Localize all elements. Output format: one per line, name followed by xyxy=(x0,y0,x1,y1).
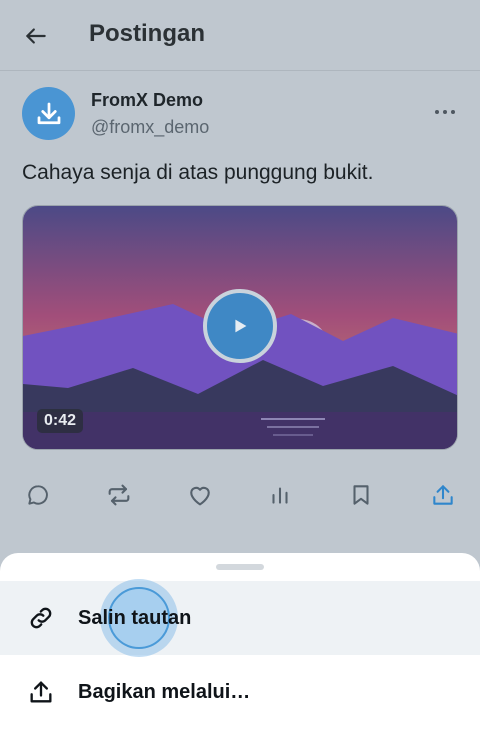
bookmark-button[interactable] xyxy=(343,477,379,513)
more-dot xyxy=(443,110,447,114)
avatar[interactable] xyxy=(22,87,75,140)
like-button[interactable] xyxy=(182,477,218,513)
comment-icon xyxy=(28,485,48,505)
author-handle[interactable]: @fromx_demo xyxy=(91,117,209,138)
share-button[interactable] xyxy=(425,477,461,513)
download-icon xyxy=(37,102,60,124)
play-button[interactable] xyxy=(203,289,277,363)
page-title: Postingan xyxy=(89,20,206,47)
video-duration: 0:42 xyxy=(37,409,84,433)
share-sheet: Salin tautan Bagikan melalui… xyxy=(0,553,480,755)
bookmark-icon xyxy=(353,485,369,505)
top-bar: Postingan xyxy=(0,0,480,71)
arrow-left-icon xyxy=(26,28,46,44)
more-options-button[interactable] xyxy=(430,102,460,122)
back-button[interactable] xyxy=(22,22,50,50)
link-icon xyxy=(26,603,56,633)
copy-link-option[interactable]: Salin tautan xyxy=(0,579,480,657)
author-name[interactable]: FromX Demo xyxy=(91,90,203,111)
more-dot xyxy=(451,110,455,114)
share-via-option[interactable]: Bagikan melalui… xyxy=(0,655,480,729)
repost-icon xyxy=(108,484,130,506)
heart-icon xyxy=(190,486,210,506)
copy-link-label: Salin tautan xyxy=(78,606,192,629)
bar-chart-icon xyxy=(272,487,288,504)
views-button[interactable] xyxy=(262,477,298,513)
share-icon xyxy=(26,677,56,707)
share-icon xyxy=(433,485,453,505)
share-via-label: Bagikan melalui… xyxy=(78,680,251,703)
post-text: Cahaya senja di atas punggung bukit. xyxy=(22,161,374,184)
reply-button[interactable] xyxy=(20,477,56,513)
more-dot xyxy=(435,110,439,114)
video-player[interactable]: 0:42 xyxy=(22,205,458,450)
post-actions xyxy=(0,477,480,517)
play-icon xyxy=(235,319,247,333)
repost-button[interactable] xyxy=(101,477,137,513)
sheet-drag-handle[interactable] xyxy=(216,564,264,570)
